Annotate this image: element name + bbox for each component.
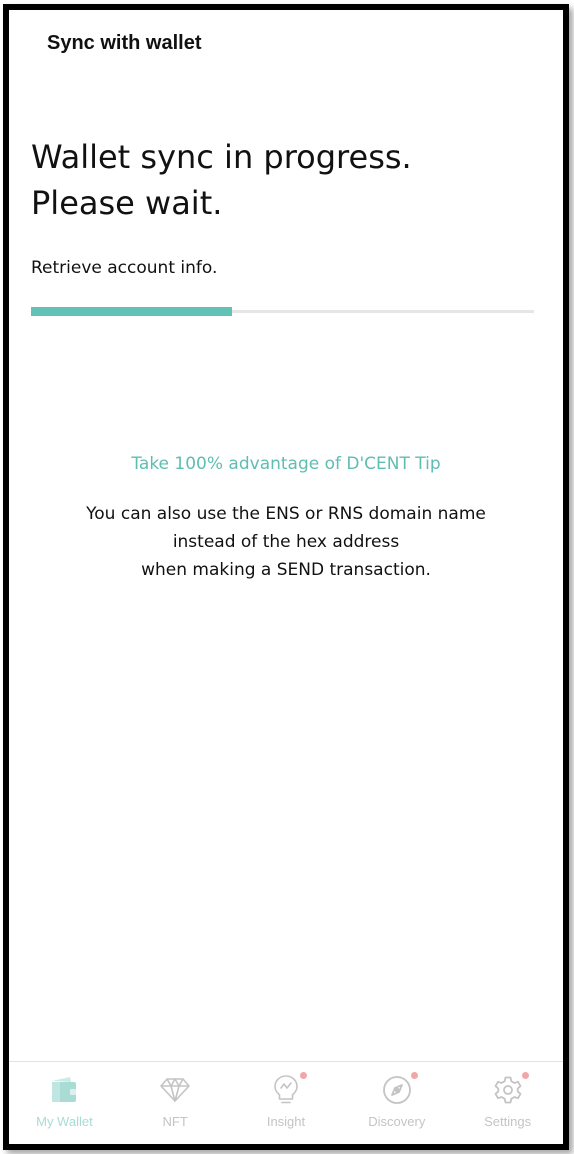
headline-line-2: Please wait. <box>31 184 223 222</box>
tip-body-line-2: instead of the hex address <box>172 532 400 552</box>
nav-item-nft[interactable]: NFT <box>120 1062 231 1144</box>
compass-icon <box>380 1072 418 1106</box>
sync-progress-fill <box>31 307 233 316</box>
sync-headline: Wallet sync in progress. Please wait. <box>31 134 412 226</box>
wallet-icon <box>47 1074 81 1106</box>
tip-body: You can also use the ENS or RNS domain n… <box>9 500 563 584</box>
gear-icon <box>491 1072 529 1106</box>
nav-label: NFT <box>162 1114 188 1129</box>
nav-label: Settings <box>484 1114 532 1129</box>
page-title: Sync with wallet <box>47 32 202 54</box>
sync-screen: Sync with wallet Wallet sync in progress… <box>9 10 563 1144</box>
sync-status-text: Retrieve account info. <box>31 258 218 278</box>
notification-dot <box>410 1072 418 1079</box>
nav-label: Insight <box>266 1114 306 1129</box>
screen-frame: Sync with wallet Wallet sync in progress… <box>3 4 569 1150</box>
tip-title: Take 100% advantage of D'CENT Tip <box>131 454 441 474</box>
notification-dot <box>299 1072 307 1079</box>
sync-progress-bar <box>31 307 534 316</box>
nav-item-discovery[interactable]: Discovery <box>341 1062 452 1144</box>
lightbulb-icon <box>269 1072 307 1106</box>
nav-label: My Wallet <box>36 1114 93 1129</box>
diamond-icon <box>158 1074 192 1106</box>
nav-item-my-wallet[interactable]: My Wallet <box>9 1062 120 1144</box>
headline-line-1: Wallet sync in progress. <box>31 138 412 176</box>
nav-label: Discovery <box>368 1114 426 1129</box>
notification-dot <box>521 1072 529 1079</box>
nav-item-settings[interactable]: Settings <box>452 1062 563 1144</box>
bottom-nav: My Wallet NFT Insight Discovery Settings <box>9 1061 563 1144</box>
nav-item-insight[interactable]: Insight <box>231 1062 342 1144</box>
tip-body-line-1: You can also use the ENS or RNS domain n… <box>86 504 486 524</box>
tip-body-line-3: when making a SEND transaction. <box>141 560 431 580</box>
tip-block: Take 100% advantage of D'CENT Tip You ca… <box>9 454 563 584</box>
